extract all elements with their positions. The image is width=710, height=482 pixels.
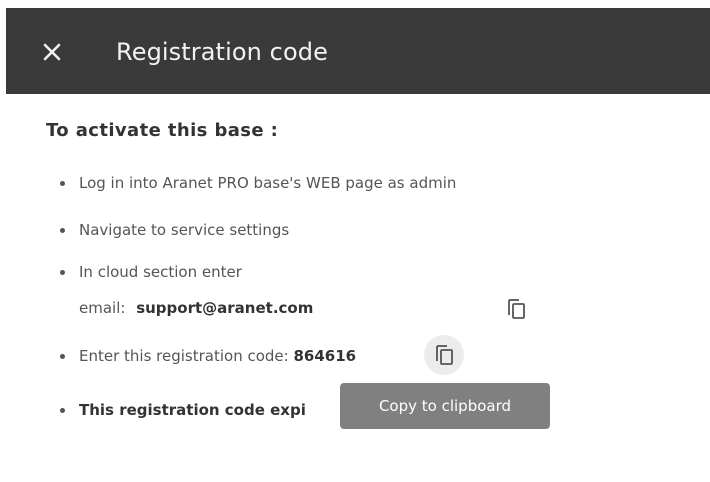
code-row: Enter this registration code: 864616 [79, 346, 356, 366]
code-label: Enter this registration code: [79, 347, 289, 365]
bullet-dot [60, 228, 65, 233]
top-strip [0, 0, 710, 8]
bullet-dot [60, 181, 65, 186]
close-button[interactable] [32, 32, 72, 72]
step-navigate: Navigate to service settings [79, 221, 290, 239]
copy-icon [508, 299, 525, 319]
email-value: support@aranet.com [136, 299, 314, 317]
copy-email-button[interactable] [505, 297, 527, 321]
expiry-note: This registration code expi [79, 401, 306, 419]
bullet-dot [60, 270, 65, 275]
registration-code: 864616 [293, 347, 357, 365]
bullet-dot [60, 408, 65, 413]
instructions-title: To activate this base : [46, 120, 279, 141]
bullet-dot [60, 354, 65, 359]
step-cloud-section: In cloud section enter [79, 263, 242, 281]
copy-tooltip: Copy to clipboard [340, 383, 550, 429]
email-row: email: support@aranet.com [79, 298, 313, 318]
dialog-header: Registration code [6, 8, 710, 94]
copy-icon [436, 345, 453, 365]
close-icon [43, 43, 61, 61]
email-label: email: [79, 299, 126, 317]
dialog-title: Registration code [116, 38, 328, 66]
copy-code-button[interactable] [424, 335, 464, 375]
step-login: Log in into Aranet PRO base's WEB page a… [79, 174, 457, 192]
